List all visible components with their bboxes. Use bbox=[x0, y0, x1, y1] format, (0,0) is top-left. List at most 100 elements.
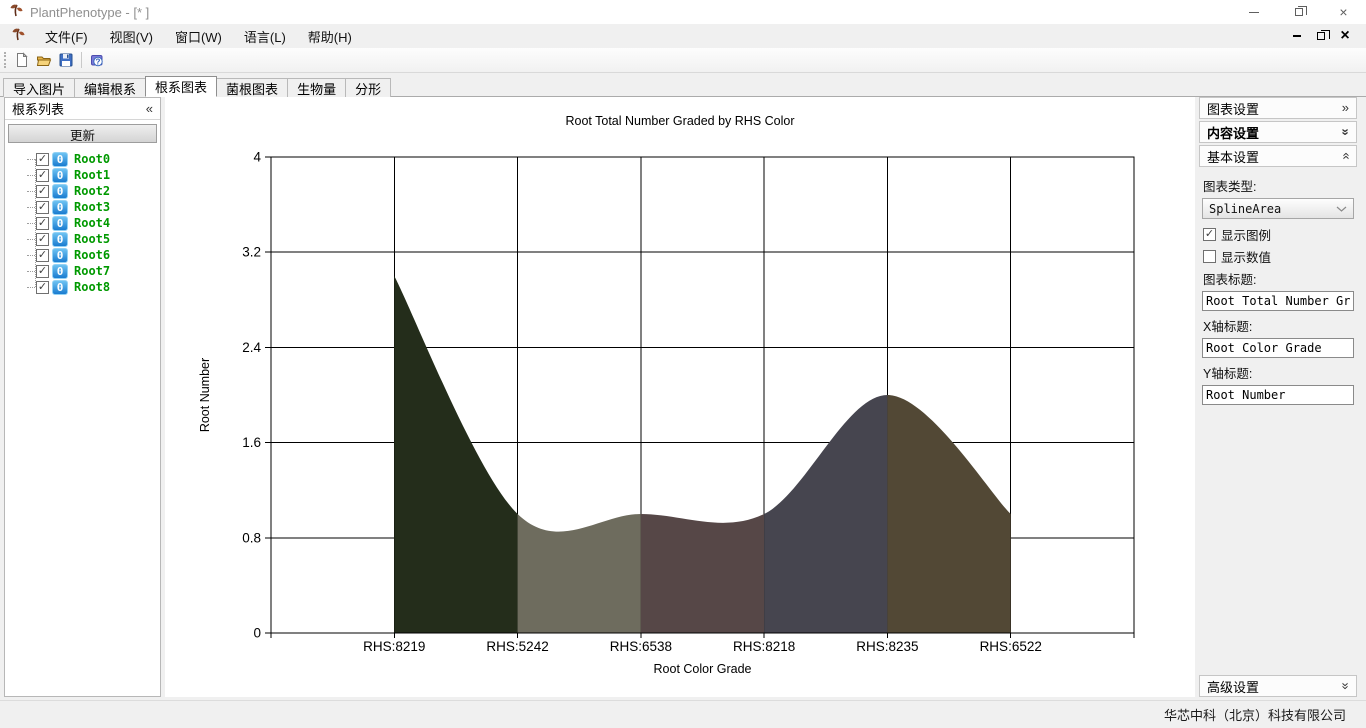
show-values-label: 显示数值 bbox=[1221, 247, 1271, 266]
tab-2[interactable]: 根系图表 bbox=[145, 76, 217, 97]
y-axis-title-input[interactable] bbox=[1202, 385, 1354, 405]
tree-connector bbox=[27, 271, 35, 272]
root-checkbox-6[interactable]: ✓ bbox=[36, 249, 49, 262]
mdi-window-buttons: × bbox=[1288, 28, 1366, 44]
root-chart: RHS:8219RHS:5242RHS:6538RHS:8218RHS:8235… bbox=[165, 97, 1195, 697]
root-list-panel: 根系列表 « 更新 ✓0Root0✓0Root1✓0Root2✓0Root3✓0… bbox=[4, 97, 161, 697]
restore-icon bbox=[1295, 8, 1303, 16]
chart-title: Root Total Number Graded by RHS Color bbox=[565, 114, 794, 128]
show-values-checkbox[interactable] bbox=[1203, 250, 1216, 263]
tree-row-8: ✓0Root8 bbox=[5, 279, 160, 295]
y-tick-label: 2.4 bbox=[242, 340, 261, 355]
menu-items: 文件(F)视图(V)窗口(W)语言(L)帮助(H) bbox=[34, 24, 363, 49]
y-tick-label: 3.2 bbox=[242, 245, 261, 260]
menu-item-0[interactable]: 文件(F) bbox=[34, 24, 99, 49]
chart-settings-title: 图表设置 bbox=[1207, 99, 1259, 118]
menu-item-4[interactable]: 帮助(H) bbox=[297, 24, 363, 49]
chart-title-input[interactable] bbox=[1202, 291, 1354, 311]
chevron-down-icon bbox=[1336, 206, 1347, 212]
tab-3[interactable]: 菌根图表 bbox=[216, 78, 288, 97]
title-bar: PlantPhenotype - [* ] × bbox=[0, 0, 1366, 24]
root-checkbox-2[interactable]: ✓ bbox=[36, 185, 49, 198]
tree-connector bbox=[27, 207, 35, 208]
show-legend-label: 显示图例 bbox=[1221, 225, 1271, 244]
root-checkbox-8[interactable]: ✓ bbox=[36, 281, 49, 294]
open-folder-icon bbox=[36, 52, 52, 68]
root-checkbox-4[interactable]: ✓ bbox=[36, 217, 49, 230]
root-checkbox-1[interactable]: ✓ bbox=[36, 169, 49, 182]
tree-row-0: ✓0Root0 bbox=[5, 151, 160, 167]
show-legend-checkbox[interactable]: ✓ bbox=[1203, 228, 1216, 241]
y-tick-label: 4 bbox=[253, 150, 261, 165]
tab-0[interactable]: 导入图片 bbox=[3, 78, 75, 97]
tree-item-label: Root7 bbox=[74, 264, 110, 278]
menu-item-1[interactable]: 视图(V) bbox=[99, 24, 164, 49]
area-segment-4 bbox=[887, 395, 1010, 633]
y-tick-label: 0 bbox=[253, 626, 261, 641]
tab-4[interactable]: 生物量 bbox=[287, 78, 346, 97]
y-axis-label: Y轴标题: bbox=[1203, 363, 1353, 382]
y-axis-title: Root Number bbox=[198, 358, 212, 432]
tab-1[interactable]: 编辑根系 bbox=[74, 78, 146, 97]
x-axis-label: X轴标题: bbox=[1203, 316, 1353, 335]
collapse-right-panel-icon[interactable]: » bbox=[1342, 103, 1349, 113]
tree-row-1: ✓0Root1 bbox=[5, 167, 160, 183]
root-checkbox-0[interactable]: ✓ bbox=[36, 153, 49, 166]
area-segment-2 bbox=[641, 514, 764, 633]
mdi-restore-button[interactable] bbox=[1312, 28, 1330, 44]
x-tick-label: RHS:5242 bbox=[486, 639, 548, 654]
root-checkbox-3[interactable]: ✓ bbox=[36, 201, 49, 214]
tree-connector bbox=[27, 175, 35, 176]
new-file-icon bbox=[14, 52, 30, 68]
root-tree: ✓0Root0✓0Root1✓0Root2✓0Root3✓0Root4✓0Roo… bbox=[5, 149, 160, 696]
count-badge: 0 bbox=[52, 200, 68, 215]
toolbar-separator bbox=[81, 52, 82, 68]
mdi-minimize-icon bbox=[1293, 35, 1301, 37]
toolbar: ? bbox=[0, 48, 1366, 73]
count-badge: 0 bbox=[52, 152, 68, 167]
root-checkbox-5[interactable]: ✓ bbox=[36, 233, 49, 246]
collapse-left-panel-icon[interactable]: « bbox=[146, 104, 153, 114]
tree-row-6: ✓0Root6 bbox=[5, 247, 160, 263]
minimize-button[interactable] bbox=[1231, 0, 1276, 24]
chart-settings-header: 图表设置 » bbox=[1199, 97, 1357, 119]
advanced-settings-header[interactable]: 高级设置 » bbox=[1199, 675, 1357, 697]
area-segment-0 bbox=[394, 276, 517, 633]
mdi-close-button[interactable]: × bbox=[1336, 28, 1354, 44]
close-button[interactable]: × bbox=[1321, 0, 1366, 24]
toolbar-grip bbox=[4, 52, 7, 68]
x-tick-label: RHS:6538 bbox=[610, 639, 672, 654]
y-tick-label: 1.6 bbox=[242, 435, 261, 450]
menu-item-2[interactable]: 窗口(W) bbox=[164, 24, 233, 49]
show-legend-row: ✓ 显示图例 bbox=[1203, 225, 1353, 244]
area-segment-1 bbox=[518, 514, 641, 633]
chart-type-label: 图表类型: bbox=[1203, 176, 1353, 195]
root-checkbox-7[interactable]: ✓ bbox=[36, 265, 49, 278]
advanced-settings-title: 高级设置 bbox=[1207, 677, 1259, 696]
menu-item-3[interactable]: 语言(L) bbox=[233, 24, 297, 49]
show-values-row: 显示数值 bbox=[1203, 247, 1353, 266]
help-button[interactable]: ? bbox=[86, 49, 108, 71]
help-icon: ? bbox=[89, 52, 105, 68]
x-axis-title-input[interactable] bbox=[1202, 338, 1354, 358]
chart-settings-panel: 图表设置 » 内容设置 » 基本设置 » 图表类型: SplineArea bbox=[1199, 97, 1357, 697]
tab-5[interactable]: 分形 bbox=[345, 78, 391, 97]
company-name: 华芯中科（北京）科技有限公司 bbox=[1164, 705, 1346, 724]
tree-row-4: ✓0Root4 bbox=[5, 215, 160, 231]
root-list-title: 根系列表 bbox=[12, 99, 64, 118]
restore-button[interactable] bbox=[1276, 0, 1321, 24]
tree-row-3: ✓0Root3 bbox=[5, 199, 160, 215]
tree-item-label: Root6 bbox=[74, 248, 110, 262]
root-list-header: 根系列表 « bbox=[5, 98, 160, 120]
tree-row-7: ✓0Root7 bbox=[5, 263, 160, 279]
open-file-button[interactable] bbox=[33, 49, 55, 71]
chevron-double-down-icon: » bbox=[1340, 128, 1350, 135]
mdi-minimize-button[interactable] bbox=[1288, 28, 1306, 44]
chart-type-select[interactable]: SplineArea bbox=[1202, 198, 1354, 219]
save-button[interactable] bbox=[55, 49, 77, 71]
update-button[interactable]: 更新 bbox=[8, 124, 157, 143]
basic-settings-header[interactable]: 基本设置 » bbox=[1199, 145, 1357, 167]
content-settings-header[interactable]: 内容设置 » bbox=[1199, 121, 1357, 143]
tree-connector bbox=[27, 239, 35, 240]
new-file-button[interactable] bbox=[11, 49, 33, 71]
